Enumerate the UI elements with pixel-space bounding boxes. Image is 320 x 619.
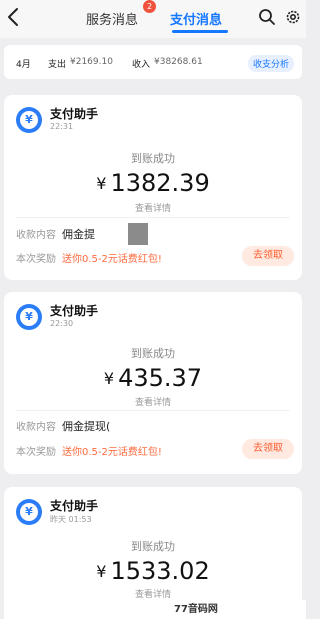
content-value: 佣金提: [62, 228, 95, 241]
redaction-block: [128, 223, 148, 245]
top-bar: 服务消息 2 支付消息: [0, 0, 306, 38]
back-arrow-icon[interactable]: [4, 6, 24, 28]
divider: [16, 217, 290, 218]
active-tab-indicator: [172, 30, 228, 33]
payment-assistant-avatar: ¥: [16, 304, 42, 330]
amount-value: 435.37: [118, 364, 203, 392]
reward-text: 送你0.5-2元话费红包!: [62, 447, 162, 458]
payment-card[interactable]: ¥ 支付助手 22:31 到账成功 ¥1382.39 查看详情 收款内容 佣金提 …: [4, 95, 302, 280]
currency-symbol: ¥: [96, 562, 107, 581]
month-selector[interactable]: 4月: [16, 57, 31, 70]
currency-symbol: ¥: [103, 369, 115, 388]
income-label: 收入: [132, 60, 151, 70]
view-details-link[interactable]: 查看详情: [4, 201, 302, 214]
amount: ¥1533.02: [4, 557, 302, 585]
reward-text: 送你0.5-2元话费红包!: [62, 254, 162, 265]
content-row: 收款内容 佣金提: [16, 226, 95, 242]
income-value: ¥38268.61: [154, 57, 203, 67]
gear-icon[interactable]: [284, 8, 302, 26]
site-watermark: 77音码网 www.77smw.com: [168, 600, 306, 619]
content-label: 收款内容: [16, 422, 56, 433]
message-time: 22:30: [50, 319, 74, 328]
message-time: 昨天 01:53: [50, 515, 92, 524]
amount: ¥1382.39: [4, 169, 302, 197]
currency-symbol: ¥: [96, 174, 107, 193]
amount-value: 1382.39: [110, 169, 210, 197]
claim-button[interactable]: 去领取: [242, 246, 294, 266]
yuan-icon: ¥: [20, 111, 38, 129]
reward-row: 本次奖励 送你0.5-2元话费红包!: [16, 250, 162, 265]
status-text: 到账成功: [131, 347, 175, 360]
reward-label: 本次奖励: [16, 447, 56, 458]
yuan-icon: ¥: [20, 503, 38, 521]
reward-row: 本次奖励 送你0.5-2元话费红包!: [16, 443, 162, 458]
search-icon[interactable]: [258, 8, 276, 26]
monthly-summary: 4月 支出 ¥2169.10 收入 ¥38268.61 收支分析: [4, 45, 302, 79]
sender-name: 支付助手: [50, 499, 99, 513]
screen: 服务消息 2 支付消息 4月 支出 ¥2169.10 收入 ¥38268.61 …: [0, 0, 306, 619]
claim-button[interactable]: 去领取: [242, 439, 294, 459]
expense-value: ¥2169.10: [70, 57, 113, 67]
payment-card[interactable]: ¥ 支付助手 22:30 到账成功 ¥435.37 查看详情 收款内容 佣金提现(…: [4, 292, 302, 474]
sender-name: 支付助手: [50, 107, 99, 121]
amount-value: 1533.02: [110, 557, 210, 585]
status-text: 到账成功: [131, 540, 175, 553]
tab-payment-messages[interactable]: 支付消息: [170, 9, 222, 28]
view-details-link[interactable]: 查看详情: [4, 587, 302, 600]
divider: [16, 410, 290, 411]
status-text: 到账成功: [131, 152, 175, 165]
content-value: 佣金提现(: [62, 420, 111, 433]
expense-label: 支出: [48, 60, 67, 70]
analysis-button[interactable]: 收支分析: [248, 55, 295, 72]
yuan-icon: ¥: [20, 308, 38, 326]
content-row: 收款内容 佣金提现(: [16, 418, 110, 434]
sender-name: 支付助手: [50, 304, 99, 318]
content-label: 收款内容: [16, 230, 56, 241]
payment-assistant-avatar: ¥: [16, 499, 42, 525]
message-time: 22:31: [50, 122, 74, 131]
payment-assistant-avatar: ¥: [16, 107, 42, 133]
amount: ¥435.37: [4, 364, 302, 392]
unread-badge: 2: [143, 0, 156, 13]
tab-service-messages[interactable]: 服务消息: [86, 9, 138, 28]
reward-label: 本次奖励: [16, 254, 56, 265]
view-details-link[interactable]: 查看详情: [4, 395, 302, 408]
